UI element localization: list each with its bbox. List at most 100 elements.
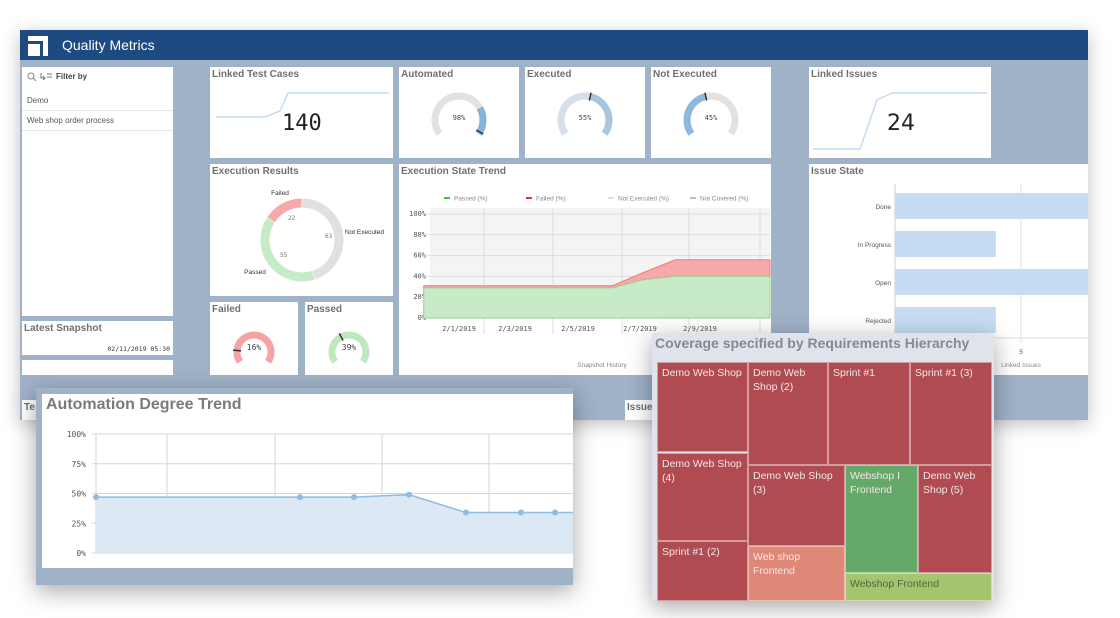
data-point (351, 494, 357, 501)
x-axis-label: Linked Issues (1001, 362, 1041, 369)
gauge-value: 98% (453, 114, 466, 122)
legend-item: Failed (%) (536, 196, 566, 203)
gauge-needle (233, 349, 242, 352)
treemap-tile[interactable]: Sprint #1 (828, 362, 910, 465)
not-executed-gauge-panel[interactable]: Not Executed 45% (651, 67, 771, 158)
app-header: Quality Metrics (20, 30, 1088, 60)
x-tick-label: 2/9/2019 (683, 325, 717, 333)
y-tick-label: 75% (72, 460, 87, 469)
selections-icon[interactable] (40, 72, 52, 82)
donut-slice (301, 198, 344, 280)
x-tick-label: 2/7/2019 (623, 325, 657, 333)
panel-title: Te (24, 402, 35, 413)
chart-svg: 0% 25% 50% 75% 100% (67, 430, 573, 558)
treemap-tile[interactable]: Web shop Frontend (748, 546, 845, 601)
data-point (93, 494, 99, 501)
snapshot-value: 02/11/2019 05:30 (107, 345, 170, 353)
automation-degree-trend-panel[interactable]: Automation Degree Trend 0% 25% 50% 75% 100% (42, 394, 573, 568)
x-tick-label: 2/1/2019 (442, 325, 476, 333)
x-tick-label: 5 (1019, 349, 1023, 356)
gauge-fill (683, 93, 707, 136)
linked-issues-kpi[interactable]: Linked Issues 24 (809, 67, 991, 158)
donut-label: Failed (271, 190, 289, 197)
coverage-treemap-overlay[interactable]: Coverage specified by Requirements Hiera… (652, 333, 994, 601)
chart-svg: 16% (233, 331, 275, 364)
treemap-tile[interactable]: Sprint #1 (3) (910, 362, 992, 465)
donut-value: 55 (280, 252, 288, 259)
legend-item: Not Covered (%) (700, 196, 748, 203)
gauge-value: 45% (705, 114, 718, 122)
treemap-tile[interactable]: Webshop I Frontend (845, 465, 918, 573)
donut-value: 63 (325, 233, 333, 240)
failed-gauge-panel[interactable]: Failed 16% (210, 302, 298, 375)
chart-svg: Not Executed 63 Passed 55 Failed 22 (244, 190, 384, 282)
data-point (406, 491, 412, 498)
automation-degree-trend-overlay: Automation Degree Trend 0% 25% 50% 75% 100% (36, 388, 573, 585)
gauge-value: 39% (342, 343, 357, 352)
kpi-value: 24 (887, 111, 915, 136)
linked-test-cases-kpi[interactable]: Linked Test Cases 140 (210, 67, 393, 158)
search-icon[interactable] (27, 72, 37, 82)
issue-category-label: Open (875, 280, 891, 287)
issue-bar (895, 193, 1088, 219)
donut-label: Not Executed (345, 229, 384, 236)
issue-category-label: Rejected (865, 318, 891, 325)
treemap-tile[interactable]: Sprint #1 (2) (657, 541, 748, 601)
passed-gauge-panel[interactable]: Passed 39% (305, 302, 393, 375)
issue-bar (895, 307, 996, 333)
filter-panel: Filter by Demo Web shop order process (22, 67, 173, 316)
data-point (463, 509, 469, 516)
y-tick-label: 0% (76, 549, 86, 558)
chart-svg: 55% (557, 92, 613, 136)
issue-category-label: Done (875, 204, 891, 211)
kpi-value: 140 (282, 111, 322, 136)
issue-bar (895, 269, 1088, 295)
treemap-tile[interactable]: Demo Web Shop (4) (657, 453, 748, 541)
y-tick-label: 50% (72, 490, 87, 499)
treemap-tile[interactable]: Webshop Frontend (845, 573, 992, 601)
chart-svg: 98% (431, 92, 487, 136)
chart-svg: 39% (328, 331, 370, 364)
legend-item: Passed (%) (454, 196, 488, 203)
panel-title: Coverage specified by Requirements Hiera… (655, 335, 970, 351)
treemap-tile[interactable]: Demo Web Shop (657, 362, 748, 452)
treemap-tile[interactable]: Demo Web Shop (3) (748, 465, 845, 546)
y-tick-label: 80% (413, 231, 426, 239)
data-point (552, 509, 558, 516)
automated-gauge-panel[interactable]: Automated 98% (399, 67, 519, 158)
donut-slice (267, 198, 302, 223)
area-fill (96, 494, 573, 553)
donut-value: 22 (288, 215, 296, 222)
execution-results-panel[interactable]: Execution Results Not Executed 63 Passed 55… (210, 164, 393, 296)
filter-label: Filter by (56, 72, 88, 81)
y-tick-label: 100% (409, 210, 427, 218)
gauge-fill (475, 106, 487, 136)
panel-title: Latest Snapshot (24, 323, 102, 334)
x-tick-label: 2/3/2019 (498, 325, 532, 333)
data-point (297, 494, 303, 501)
gauge-fill (589, 93, 613, 136)
x-tick-label: 2/5/2019 (561, 325, 595, 333)
app-title: Quality Metrics (62, 37, 155, 53)
y-tick-label: 100% (67, 430, 86, 439)
treemap-tile[interactable]: Demo Web Shop (5) (918, 465, 992, 573)
chart-svg: 45% (683, 92, 739, 136)
filter-item-demo[interactable]: Demo (22, 91, 173, 111)
gauge-value: 16% (247, 343, 262, 352)
issue-bar (895, 231, 996, 257)
legend-item: Not Executed (%) (618, 196, 669, 203)
donut-label: Passed (244, 269, 266, 276)
y-tick-label: 40% (413, 272, 426, 280)
app-logo-icon (28, 36, 48, 56)
blank-panel (22, 360, 173, 375)
panel-title: Issue (627, 402, 653, 413)
y-tick-label: 25% (72, 519, 87, 528)
treemap-tile[interactable]: Demo Web Shop (2) (748, 362, 828, 465)
filter-item-web-shop[interactable]: Web shop order process (22, 111, 173, 131)
issue-category-label: In Progress (858, 242, 892, 249)
latest-snapshot-panel: Latest Snapshot 02/11/2019 05:30 (22, 321, 173, 355)
executed-gauge-panel[interactable]: Executed 55% (525, 67, 645, 158)
x-axis-label: Snapshot History (577, 362, 627, 369)
y-tick-label: 60% (413, 252, 426, 260)
donut-slice (260, 217, 315, 282)
